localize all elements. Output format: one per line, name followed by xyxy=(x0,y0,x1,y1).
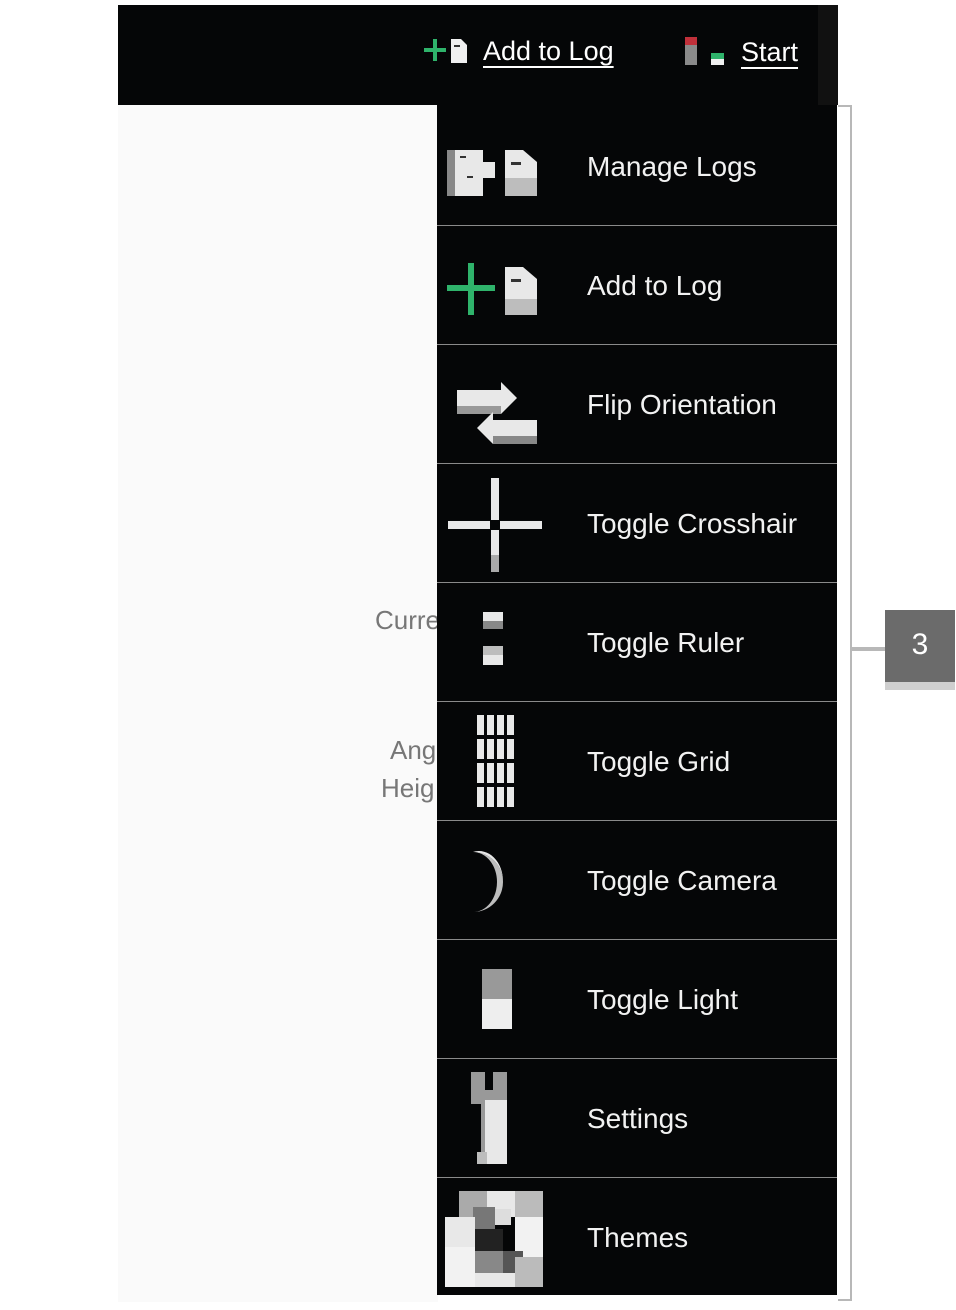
crosshair-icon xyxy=(448,478,542,572)
menu-item-themes[interactable]: Themes xyxy=(437,1179,837,1297)
start-icon xyxy=(685,37,724,65)
manage-logs-icon xyxy=(447,150,537,196)
menu-item-flip-orientation[interactable]: Flip Orientation xyxy=(437,346,837,464)
menu-item-label: Toggle Grid xyxy=(587,746,731,777)
menu-item-label: Toggle Ruler xyxy=(587,627,745,658)
wrench-icon xyxy=(471,1072,507,1164)
menu-item-label: Toggle Crosshair xyxy=(587,508,798,539)
themes-icon xyxy=(445,1191,543,1287)
menu-divider xyxy=(437,1058,837,1059)
add-to-log-label: Add to Log xyxy=(483,35,614,66)
menu-item-label: Themes xyxy=(587,1222,689,1253)
ruler-icon xyxy=(483,612,503,665)
add-to-log-icon xyxy=(424,39,467,63)
annotation-connector xyxy=(850,647,886,651)
start-action[interactable]: Start xyxy=(683,35,798,69)
menu-item-toggle-light[interactable]: Toggle Light xyxy=(437,941,837,1059)
overflow-menu: Manage Logs Add to Log Flip Orientation xyxy=(437,105,837,1295)
menu-item-label: Settings xyxy=(587,1103,689,1134)
menu-item-label: Manage Logs xyxy=(587,151,757,182)
menu-divider xyxy=(437,820,837,821)
menu-divider xyxy=(437,344,837,345)
menu-divider xyxy=(437,939,837,940)
menu-item-label: Add to Log xyxy=(587,270,723,301)
callout-badge: 3 xyxy=(885,610,955,682)
add-to-log-action[interactable]: Add to Log xyxy=(423,35,614,67)
menu-divider xyxy=(437,225,837,226)
menu-item-label: Toggle Light xyxy=(587,984,739,1015)
flip-orientation-icon xyxy=(457,382,537,444)
main-content xyxy=(118,105,438,1302)
height-label: Heig xyxy=(381,773,435,803)
menu-item-toggle-camera[interactable]: Toggle Camera xyxy=(437,822,837,940)
add-to-log-icon xyxy=(447,263,537,315)
menu-item-label: Flip Orientation xyxy=(587,389,777,420)
menu-divider xyxy=(437,463,837,464)
menu-divider xyxy=(437,582,837,583)
menu-divider xyxy=(437,1177,837,1178)
menu-item-settings[interactable]: Settings xyxy=(437,1060,837,1178)
menu-divider xyxy=(437,701,837,702)
current-label: Curre xyxy=(375,605,441,635)
menu-item-toggle-ruler[interactable]: Toggle Ruler xyxy=(437,584,837,702)
light-icon xyxy=(482,969,512,1029)
start-label: Start xyxy=(741,36,799,67)
camera-moon-icon xyxy=(473,851,504,912)
menu-item-label: Toggle Camera xyxy=(587,865,777,896)
top-action-bar: Add to Log Start xyxy=(118,5,838,105)
menu-item-manage-logs[interactable]: Manage Logs xyxy=(437,108,837,226)
toolbar-edge xyxy=(818,5,838,105)
menu-item-toggle-grid[interactable]: Toggle Grid xyxy=(437,703,837,821)
angle-label: Ang xyxy=(390,735,437,765)
grid-icon xyxy=(477,715,514,807)
annotation-bracket xyxy=(838,105,852,1301)
menu-item-toggle-crosshair[interactable]: Toggle Crosshair xyxy=(437,465,837,583)
callout-shadow xyxy=(885,682,955,690)
menu-item-add-to-log[interactable]: Add to Log xyxy=(437,227,837,345)
